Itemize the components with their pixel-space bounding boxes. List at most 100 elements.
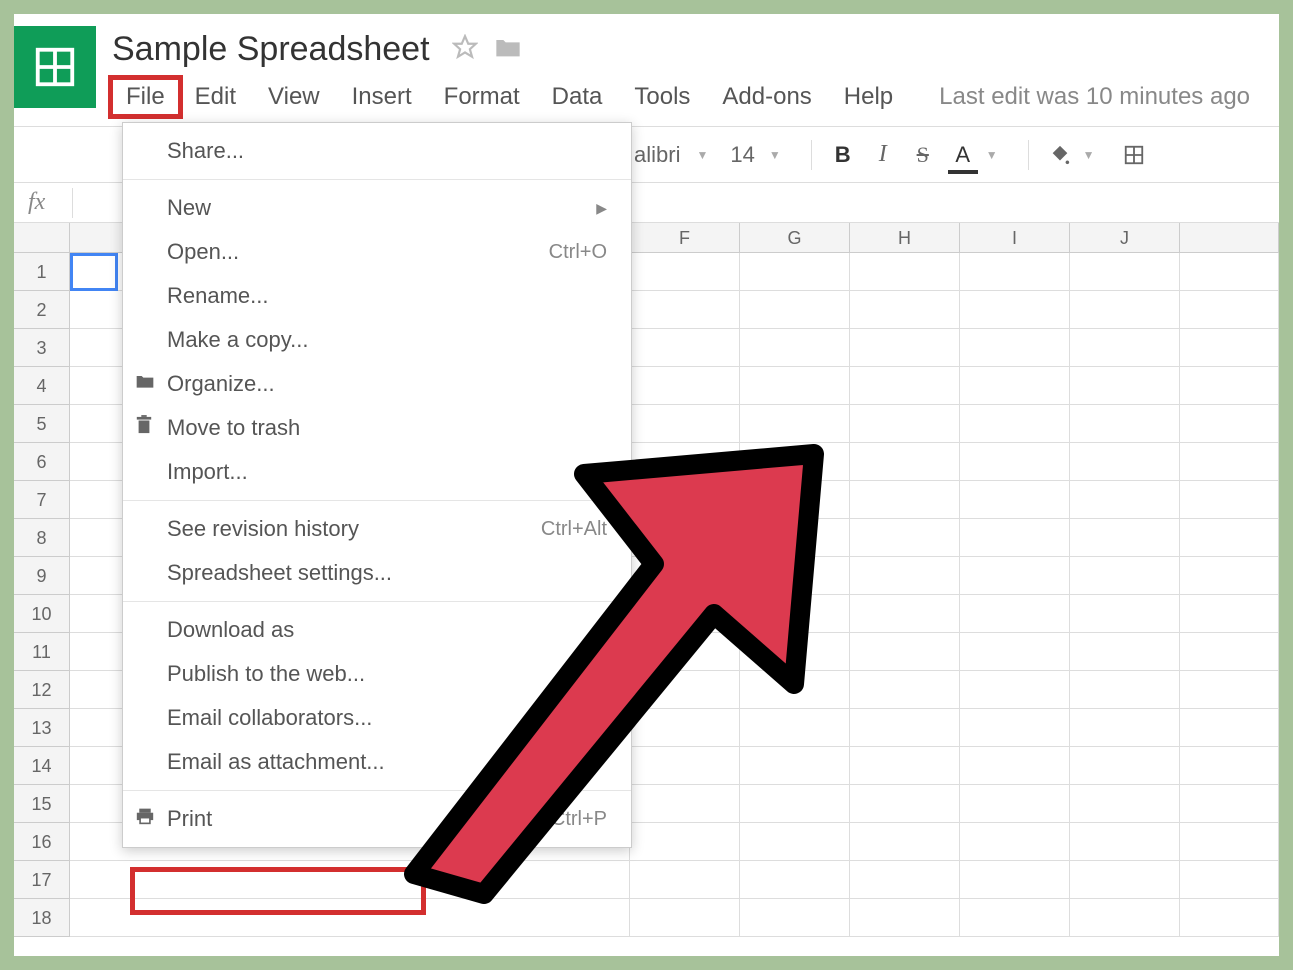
menu-item-open[interactable]: Open... Ctrl+O <box>123 230 631 274</box>
menu-item-label: Publish to the web... <box>167 661 365 687</box>
printer-icon <box>135 807 155 831</box>
file-menu-dropdown: Share... New ▶ Open... Ctrl+O Rename... Ma… <box>122 122 632 848</box>
menu-item-revision-history[interactable]: See revision history Ctrl+Alt <box>123 507 631 551</box>
menu-item-email-attachment[interactable]: Email as attachment... <box>123 740 631 784</box>
menu-item-label: Spreadsheet settings... <box>167 560 392 586</box>
separator <box>1028 140 1029 170</box>
row-headers: 1 2 3 4 5 6 7 8 9 10 11 12 13 14 15 16 1… <box>14 253 70 937</box>
menu-item-label: New <box>167 195 211 221</box>
folder-icon[interactable] <box>494 35 522 64</box>
column-header[interactable]: I <box>960 223 1070 252</box>
separator <box>811 140 812 170</box>
menu-item-organize[interactable]: Organize... <box>123 362 631 406</box>
menu-item-new[interactable]: New ▶ <box>123 186 631 230</box>
menu-item-move-to-trash[interactable]: Move to trash <box>123 406 631 450</box>
row-header[interactable]: 1 <box>14 253 69 291</box>
menu-item-label: Organize... <box>167 371 275 397</box>
menu-separator <box>123 601 631 602</box>
column-header[interactable]: F <box>630 223 740 252</box>
row-header[interactable]: 17 <box>14 861 69 899</box>
shortcut-label: Ctrl+P <box>551 808 607 831</box>
row-header[interactable]: 16 <box>14 823 69 861</box>
row-header[interactable]: 10 <box>14 595 69 633</box>
menu-edit[interactable]: Edit <box>179 79 252 115</box>
menu-item-label: Make a copy... <box>167 327 308 353</box>
row-header[interactable]: 3 <box>14 329 69 367</box>
menu-item-label: Email collaborators... <box>167 705 372 731</box>
shortcut-label: Ctrl+Alt <box>541 518 607 541</box>
menu-item-label: See revision history <box>167 516 359 542</box>
menu-separator <box>123 179 631 180</box>
menu-data[interactable]: Data <box>536 79 619 115</box>
menu-item-print[interactable]: Print Ctrl+P <box>123 797 631 841</box>
menu-item-label: Import... <box>167 459 248 485</box>
menu-file[interactable]: File <box>112 79 179 115</box>
chevron-down-icon[interactable]: ▼ <box>696 148 708 162</box>
borders-button[interactable] <box>1117 138 1151 172</box>
shortcut-label: Ctrl+O <box>549 241 607 264</box>
star-icon[interactable] <box>452 34 478 65</box>
column-header[interactable]: H <box>850 223 960 252</box>
chevron-right-icon: ▶ <box>596 200 607 217</box>
menu-separator <box>123 500 631 501</box>
row-header[interactable]: 8 <box>14 519 69 557</box>
menu-item-label: Move to trash <box>167 415 300 441</box>
row-header[interactable]: 18 <box>14 899 69 937</box>
menu-format[interactable]: Format <box>428 79 536 115</box>
chevron-down-icon[interactable]: ▼ <box>1083 148 1095 162</box>
menu-item-label: Share... <box>167 138 244 164</box>
row-header[interactable]: 13 <box>14 709 69 747</box>
fill-color-button[interactable] <box>1043 138 1077 172</box>
menu-help[interactable]: Help <box>828 79 909 115</box>
active-cell[interactable] <box>70 253 118 291</box>
row-header[interactable]: 14 <box>14 747 69 785</box>
row-header[interactable]: 7 <box>14 481 69 519</box>
menu-item-import[interactable]: Import... <box>123 450 631 494</box>
menu-item-label: Download as <box>167 617 294 643</box>
menu-item-email-collaborators[interactable]: Email collaborators... <box>123 696 631 740</box>
trash-icon <box>135 415 153 441</box>
menu-item-label: Open... <box>167 239 239 265</box>
font-family-selector[interactable]: alibri <box>634 142 680 168</box>
row-header[interactable]: 11 <box>14 633 69 671</box>
row-header[interactable]: 2 <box>14 291 69 329</box>
menu-addons[interactable]: Add-ons <box>706 79 827 115</box>
bold-button[interactable]: B <box>826 138 860 172</box>
menu-item-share[interactable]: Share... <box>123 129 631 173</box>
fx-label: fx <box>28 189 68 216</box>
column-header[interactable] <box>1180 223 1279 252</box>
menu-item-rename[interactable]: Rename... <box>123 274 631 318</box>
font-size-selector[interactable]: 14 <box>730 142 754 168</box>
menu-item-spreadsheet-settings[interactable]: Spreadsheet settings... <box>123 551 631 595</box>
folder-icon <box>135 372 155 396</box>
row-header[interactable]: 4 <box>14 367 69 405</box>
column-header[interactable]: G <box>740 223 850 252</box>
menu-view[interactable]: View <box>252 79 336 115</box>
select-all-corner[interactable] <box>14 223 70 252</box>
italic-button[interactable]: I <box>866 138 900 172</box>
sheets-logo[interactable] <box>14 26 96 108</box>
menu-item-label: Print <box>167 806 212 832</box>
menu-item-publish-web[interactable]: Publish to the web... <box>123 652 631 696</box>
menu-bar: File Edit View Insert Format Data Tools … <box>112 79 1279 115</box>
strikethrough-button[interactable]: S <box>906 138 940 172</box>
menu-item-label: Email as attachment... <box>167 749 385 775</box>
row-header[interactable]: 9 <box>14 557 69 595</box>
menu-item-label: Rename... <box>167 283 269 309</box>
last-edit-text[interactable]: Last edit was 10 minutes ago <box>939 83 1250 111</box>
separator <box>72 188 73 218</box>
menu-separator <box>123 790 631 791</box>
menu-insert[interactable]: Insert <box>336 79 428 115</box>
menu-item-make-copy[interactable]: Make a copy... <box>123 318 631 362</box>
menu-tools[interactable]: Tools <box>618 79 706 115</box>
chevron-down-icon[interactable]: ▼ <box>986 148 998 162</box>
column-header[interactable]: J <box>1070 223 1180 252</box>
row-header[interactable]: 15 <box>14 785 69 823</box>
row-header[interactable]: 12 <box>14 671 69 709</box>
text-color-button[interactable]: A <box>946 138 980 172</box>
document-title[interactable]: Sample Spreadsheet <box>112 30 430 69</box>
row-header[interactable]: 6 <box>14 443 69 481</box>
row-header[interactable]: 5 <box>14 405 69 443</box>
chevron-down-icon[interactable]: ▼ <box>769 148 781 162</box>
menu-item-download-as[interactable]: Download as <box>123 608 631 652</box>
